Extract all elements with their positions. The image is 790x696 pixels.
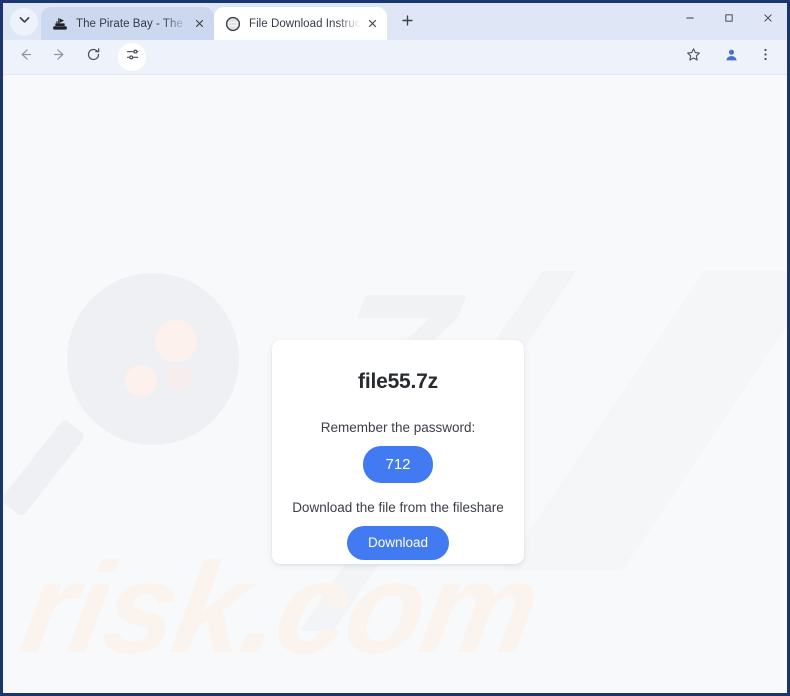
new-tab-button[interactable] bbox=[393, 9, 421, 37]
forward-button[interactable] bbox=[45, 43, 73, 71]
magnifier-handle-icon bbox=[3, 418, 87, 518]
window-maximize-button[interactable] bbox=[709, 3, 748, 34]
window-controls bbox=[670, 3, 787, 40]
maximize-icon bbox=[724, 10, 734, 28]
magnifier-dot-icon bbox=[166, 364, 192, 390]
browser-toolbar bbox=[3, 40, 787, 75]
bookmark-button[interactable] bbox=[679, 43, 707, 71]
watermark-text: risk.com bbox=[12, 537, 549, 680]
window-close-button[interactable] bbox=[748, 3, 787, 34]
profile-button[interactable] bbox=[717, 43, 745, 71]
back-button[interactable] bbox=[11, 43, 39, 71]
address-bar[interactable] bbox=[160, 44, 667, 70]
toolbar-right-group bbox=[675, 43, 779, 71]
plus-icon bbox=[401, 14, 414, 32]
browser-menu-button[interactable] bbox=[753, 43, 777, 71]
three-dot-menu-icon bbox=[758, 47, 773, 67]
tab-search-button[interactable] bbox=[10, 8, 38, 36]
tab-pirate-bay[interactable]: The Pirate Bay - The galaxy's m bbox=[41, 7, 214, 40]
window-minimize-button[interactable] bbox=[670, 3, 709, 34]
back-arrow-icon bbox=[18, 47, 33, 67]
download-button[interactable]: Download bbox=[346, 526, 450, 560]
chevron-down-icon bbox=[18, 13, 31, 31]
watermark-stripe bbox=[501, 271, 787, 571]
profile-avatar-icon bbox=[724, 47, 739, 67]
browser-window: The Pirate Bay - The galaxy's m File Dow… bbox=[0, 0, 790, 696]
password-label: Remember the password: bbox=[320, 420, 476, 435]
tab-title: The Pirate Bay - The galaxy's m bbox=[76, 17, 188, 30]
magnifier-watermark-icon bbox=[67, 273, 239, 445]
reload-icon bbox=[86, 47, 101, 67]
password-value-button[interactable]: 712 bbox=[363, 446, 433, 483]
forward-arrow-icon bbox=[52, 47, 67, 67]
tune-icon bbox=[125, 47, 140, 67]
download-instruction-label: Download the file from the fileshare bbox=[292, 500, 504, 515]
magnifier-dot-icon bbox=[125, 365, 157, 397]
pirate-ship-icon bbox=[52, 16, 68, 32]
tab-file-download-instructions[interactable]: File Download Instructions for bbox=[214, 7, 387, 40]
globe-icon bbox=[225, 16, 241, 32]
tab-close-button[interactable] bbox=[190, 15, 208, 33]
tab-title: File Download Instructions for bbox=[249, 17, 361, 30]
tab-close-button[interactable] bbox=[363, 15, 381, 33]
minimize-icon bbox=[685, 10, 695, 28]
download-instructions-card: file55.7z Remember the password: 712 Dow… bbox=[272, 340, 524, 564]
page-content: 7 risk.com file55.7z Remember the passwo… bbox=[3, 75, 787, 693]
reload-button[interactable] bbox=[79, 43, 107, 71]
file-name-title: file55.7z bbox=[358, 370, 438, 393]
tab-strip: The Pirate Bay - The galaxy's m File Dow… bbox=[3, 3, 787, 40]
close-icon bbox=[763, 10, 773, 28]
star-icon bbox=[686, 47, 701, 67]
magnifier-dot-icon bbox=[155, 320, 197, 362]
tune-button[interactable] bbox=[118, 43, 146, 71]
